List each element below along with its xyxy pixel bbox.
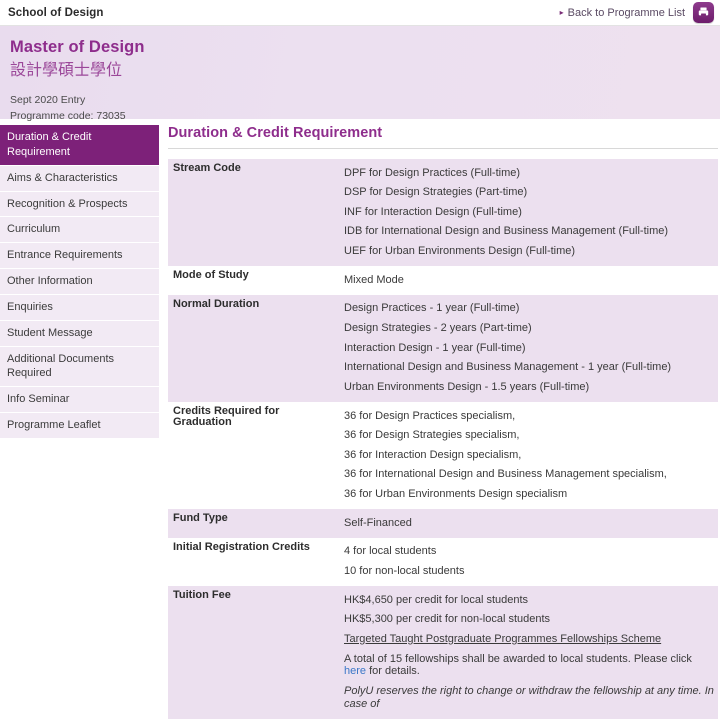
programme-title-zh: 設計學碩士學位 <box>10 59 123 79</box>
value-line: IDB for International Design and Busines… <box>344 225 669 238</box>
value-line: 36 for Design Strategies specialism, <box>344 429 520 442</box>
value-line: A total of 15 fellowships shall be award… <box>344 649 714 681</box>
programme-banner: Master of Design 設計學碩士學位 Sept 2020 Entry… <box>0 26 720 122</box>
table-row: Credits Required for Graduation 36 for De… <box>168 402 718 510</box>
table-row: Fund Type Self-Financed <box>168 509 718 538</box>
row-value: HK$4,650 per credit for local students HK… <box>340 586 718 719</box>
row-label: Normal Duration <box>168 294 340 403</box>
content-wrapper: Duration & Credit Requirement Aims & Char… <box>0 119 720 719</box>
sidebar-item-programme-leaflet[interactable]: Programme Leaflet <box>0 413 159 439</box>
sidebar-item-label: Aims & Characteristics <box>7 171 118 184</box>
back-link-label: Back to Programme List <box>567 6 685 19</box>
value-text: A total of 15 fellowships shall be award… <box>344 652 692 665</box>
top-bar-right: ▸ Back to Programme List <box>560 2 714 23</box>
here-link[interactable]: here <box>344 665 366 677</box>
row-label: Fund Type <box>168 509 340 538</box>
programme-details-table: Stream Code DPF for Design Practices (Ful… <box>168 159 718 719</box>
value-line: HK$5,300 per credit for non-local studen… <box>344 613 551 626</box>
value-line: PolyU reserves the right to change or wi… <box>344 684 714 710</box>
value-line: DSP for Design Strategies (Part-time) <box>344 186 528 199</box>
value-line: INF for Interaction Design (Full-time) <box>344 205 522 218</box>
value-line: 36 for Design Practices specialism, <box>344 409 516 422</box>
value-line: Interaction Design - 1 year (Full-time) <box>344 341 526 354</box>
value-line: UEF for Urban Environments Design (Full-… <box>344 245 576 258</box>
arrow-right-icon: ▸ <box>559 7 564 17</box>
entry-term: Sept 2020 Entry <box>10 94 86 107</box>
table-row: Mode of Study Mixed Mode <box>168 266 718 295</box>
sidebar-item-enquiries[interactable]: Enquiries <box>0 294 159 321</box>
sidebar-item-label: Recognition & Prospects <box>7 197 128 210</box>
value-line: Self-Financed <box>344 516 412 529</box>
value-text-after: for details. <box>366 665 420 678</box>
programme-code: Programme code: 73035 <box>10 109 126 122</box>
sidebar-item-student-message[interactable]: Student Message <box>0 320 159 347</box>
row-label: Initial Registration Credits <box>168 537 340 587</box>
printer-icon <box>698 7 709 18</box>
value-line: Design Strategies - 2 years (Part-time) <box>344 321 532 334</box>
sidebar-item-label: Programme Leaflet <box>7 419 101 432</box>
value-line: 36 for Interaction Design specialism, <box>344 448 522 461</box>
value-line: Design Practices - 1 year (Full-time) <box>344 302 520 315</box>
value-line: Mixed Mode <box>344 273 404 286</box>
row-label: Stream Code <box>168 159 340 267</box>
value-line: 4 for local students <box>344 545 437 558</box>
sidebar-item-duration-credit-requirement[interactable]: Duration & Credit Requirement <box>0 125 159 166</box>
sidebar-item-aims-characteristics[interactable]: Aims & Characteristics <box>0 165 159 192</box>
row-value: Design Practices - 1 year (Full-time) Des… <box>340 294 718 403</box>
value-line: 36 for International Design and Business… <box>344 468 667 481</box>
table-row: Normal Duration Design Practices - 1 year… <box>168 294 718 403</box>
table-row: Initial Registration Credits 4 for local … <box>168 537 718 587</box>
back-to-programme-list-link[interactable]: ▸ Back to Programme List <box>560 7 685 19</box>
value-line: 10 for non-local students <box>344 565 465 578</box>
sidebar-item-label: Entrance Requirements <box>7 249 123 262</box>
value-line: HK$4,650 per credit for local students <box>344 593 529 606</box>
table-row: Stream Code DPF for Design Practices (Ful… <box>168 159 718 267</box>
sidebar-item-label: Other Information <box>7 275 93 288</box>
school-name: School of Design <box>8 6 104 19</box>
sidebar-item-label: Additional Documents Required <box>7 352 115 380</box>
row-value: 4 for local students 10 for non-local stu… <box>340 537 718 587</box>
sidebar-item-other-information[interactable]: Other Information <box>0 269 159 295</box>
sidebar-item-additional-documents-required[interactable]: Additional Documents Required <box>0 346 159 388</box>
sidebar-item-curriculum[interactable]: Curriculum <box>0 217 159 244</box>
row-label: Mode of Study <box>168 266 340 295</box>
sidebar-item-recognition-prospects[interactable]: Recognition & Prospects <box>0 191 159 218</box>
table-row: Tuition Fee HK$4,650 per credit for local… <box>168 586 718 719</box>
sidebar-item-label: Student Message <box>7 326 93 339</box>
fellowship-scheme-link[interactable]: Targeted Taught Postgraduate Programmes … <box>344 629 714 649</box>
sidebar-nav: Duration & Credit Requirement Aims & Char… <box>0 119 159 439</box>
programme-meta: Sept 2020 Entry Programme code: 73035 <box>10 93 720 123</box>
sidebar-item-label: Enquiries <box>7 300 53 313</box>
print-button[interactable] <box>693 2 714 23</box>
programme-title-en: Master of Design <box>10 38 145 56</box>
value-line: 36 for Urban Environments Design special… <box>344 488 568 501</box>
row-label: Credits Required for Graduation <box>168 402 340 510</box>
row-value: Self-Financed <box>340 509 718 538</box>
row-value: 36 for Design Practices specialism, 36 fo… <box>340 402 718 510</box>
main-panel: Duration & Credit Requirement Stream Cod… <box>159 119 720 719</box>
top-bar: School of Design ▸ Back to Programme Lis… <box>0 0 720 26</box>
value-line: International Design and Business Manage… <box>344 361 672 374</box>
row-value: DPF for Design Practices (Full-time) DSP … <box>340 159 718 267</box>
value-line: Urban Environments Design - 1.5 years (F… <box>344 380 590 393</box>
sidebar-item-entrance-requirements[interactable]: Entrance Requirements <box>0 243 159 270</box>
sidebar-item-label: Curriculum <box>7 223 61 236</box>
sidebar-item-label: Duration & Credit Requirement <box>7 131 92 158</box>
row-value: Mixed Mode <box>340 266 718 295</box>
row-label: Tuition Fee <box>168 586 340 719</box>
value-line: DPF for Design Practices (Full-time) <box>344 166 521 179</box>
sidebar-item-label: Info Seminar <box>7 393 70 406</box>
page-title: Duration & Credit Requirement <box>168 125 718 149</box>
sidebar-item-info-seminar[interactable]: Info Seminar <box>0 387 159 414</box>
